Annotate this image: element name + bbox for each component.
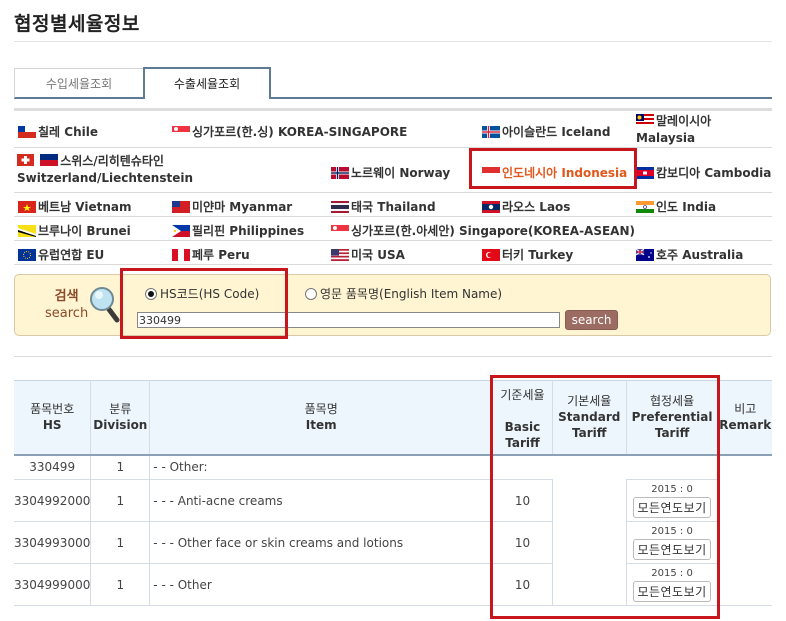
cell-hs: 330499 bbox=[14, 454, 92, 480]
cell-remark bbox=[718, 480, 772, 522]
cell-item: - - - Other bbox=[149, 563, 494, 606]
search-button[interactable]: search bbox=[565, 310, 618, 330]
country-row: 베트남 Vietnam 미얀마 Myanmar 태국 Thailand 라오스 … bbox=[14, 193, 772, 217]
cell-division: 1 bbox=[90, 563, 151, 606]
country-turkey[interactable]: 터키 Turkey bbox=[482, 246, 573, 263]
eu-flag-icon bbox=[18, 248, 36, 261]
turkey-flag-icon bbox=[482, 248, 500, 261]
singapore-flag-icon bbox=[331, 224, 349, 237]
radio-button-item-name[interactable] bbox=[305, 287, 317, 300]
myanmar-flag-icon bbox=[172, 200, 190, 213]
tab-export-tariff[interactable]: 수출세율조회 bbox=[143, 67, 271, 99]
country-norway[interactable]: 노르웨이 Norway bbox=[331, 164, 450, 181]
chile-flag-icon bbox=[18, 125, 36, 138]
country-switzerland-liechtenstein[interactable]: 스위스/리히텐슈타인 Switzerland/Liechtenstein bbox=[17, 153, 193, 187]
country-row: 칠레 Chile 싱가포르(한.싱) KOREA-SINGAPORE 아이슬란드… bbox=[14, 111, 772, 148]
country-iceland[interactable]: 아이슬란드 Iceland bbox=[482, 123, 610, 140]
peru-flag-icon bbox=[172, 248, 190, 261]
country-philippines[interactable]: 필리핀 Philippines bbox=[172, 222, 304, 239]
vietnam-flag-icon bbox=[18, 200, 36, 213]
country-peru[interactable]: 페루 Peru bbox=[172, 246, 250, 263]
brunei-flag-icon bbox=[18, 224, 36, 237]
country-singapore-korea[interactable]: 싱가포르(한.싱) KOREA-SINGAPORE bbox=[172, 123, 407, 140]
country-eu[interactable]: 유럽연합 EU bbox=[18, 246, 104, 263]
cell-remark bbox=[718, 455, 772, 480]
country-india[interactable]: 인도 India bbox=[636, 198, 716, 215]
norway-flag-icon bbox=[331, 166, 349, 179]
singapore-flag-icon bbox=[172, 125, 190, 138]
header-item: 품목명 Item bbox=[149, 380, 494, 456]
country-row: 유럽연합 EU 페루 Peru 미국 USA 터키 Turkey 호주 Aust… bbox=[14, 241, 772, 265]
radio-english-item-name[interactable]: 영문 품목명(English Item Name) bbox=[305, 285, 502, 302]
magnifier-icon bbox=[89, 286, 121, 326]
liechtenstein-flag-icon bbox=[40, 154, 59, 166]
thailand-flag-icon bbox=[331, 200, 349, 213]
cambodia-flag-icon bbox=[636, 166, 654, 179]
philippines-flag-icon bbox=[172, 224, 190, 237]
cell-hs: 3304999000 bbox=[14, 563, 92, 606]
search-label: 검색 search bbox=[45, 289, 89, 321]
country-chile[interactable]: 칠레 Chile bbox=[18, 123, 98, 140]
country-australia[interactable]: 호주 Australia bbox=[636, 246, 743, 263]
tariff-columns-highlight bbox=[490, 375, 720, 619]
header-division: 분류 Division bbox=[90, 380, 151, 456]
tab-underline bbox=[271, 97, 772, 99]
section-divider bbox=[14, 356, 772, 357]
country-myanmar[interactable]: 미얀마 Myanmar bbox=[172, 198, 292, 215]
page-title: 협정별세율정보 bbox=[14, 13, 140, 35]
header-remark: 비고 Remark bbox=[717, 380, 772, 456]
cell-remark bbox=[717, 563, 772, 606]
country-singapore-asean[interactable]: 싱가포르(한.아세안) Singapore(KOREA-ASEAN) bbox=[331, 222, 635, 239]
malaysia-flag-icon bbox=[636, 114, 654, 126]
usa-flag-icon bbox=[331, 248, 349, 261]
country-malaysia[interactable]: 말레이시아 Malaysia bbox=[636, 113, 711, 147]
country-usa[interactable]: 미국 USA bbox=[331, 246, 405, 263]
country-vietnam[interactable]: 베트남 Vietnam bbox=[18, 198, 132, 215]
country-thailand[interactable]: 태국 Thailand bbox=[331, 198, 436, 215]
cell-item: - - - Other face or skin creams and loti… bbox=[149, 521, 494, 564]
australia-flag-icon bbox=[636, 248, 654, 261]
cell-remark bbox=[718, 522, 772, 564]
country-list: 칠레 Chile 싱가포르(한.싱) KOREA-SINGAPORE 아이슬란드… bbox=[14, 108, 772, 265]
country-row: 스위스/리히텐슈타인 Switzerland/Liechtenstein 노르웨… bbox=[14, 148, 772, 193]
cell-division: 1 bbox=[90, 479, 151, 522]
laos-flag-icon bbox=[482, 200, 500, 213]
country-cambodia[interactable]: 캄보디아 Cambodia bbox=[636, 164, 771, 181]
iceland-flag-icon bbox=[482, 125, 500, 138]
tab-bar: 수입세율조회 수출세율조회 bbox=[14, 67, 772, 99]
cell-division: 1 bbox=[90, 521, 151, 564]
title-divider bbox=[14, 41, 772, 42]
header-hs: 품목번호 HS bbox=[14, 380, 92, 456]
country-row: 브루나이 Brunei 필리핀 Philippines 싱가포르(한.아세안) … bbox=[14, 217, 772, 241]
switzerland-flag-icon bbox=[17, 154, 34, 166]
tab-import-tariff[interactable]: 수입세율조회 bbox=[14, 68, 144, 99]
country-brunei[interactable]: 브루나이 Brunei bbox=[18, 222, 131, 239]
india-flag-icon bbox=[636, 200, 654, 213]
search-highlight bbox=[120, 268, 288, 339]
cell-item: - - Other: bbox=[149, 454, 494, 480]
selected-country-highlight bbox=[469, 148, 637, 189]
cell-hs: 3304993000 bbox=[14, 521, 92, 564]
cell-hs: 3304992000 bbox=[14, 479, 92, 522]
cell-item: - - - Anti-acne creams bbox=[149, 479, 494, 522]
country-laos[interactable]: 라오스 Laos bbox=[482, 198, 570, 215]
cell-division: 1 bbox=[90, 454, 151, 480]
